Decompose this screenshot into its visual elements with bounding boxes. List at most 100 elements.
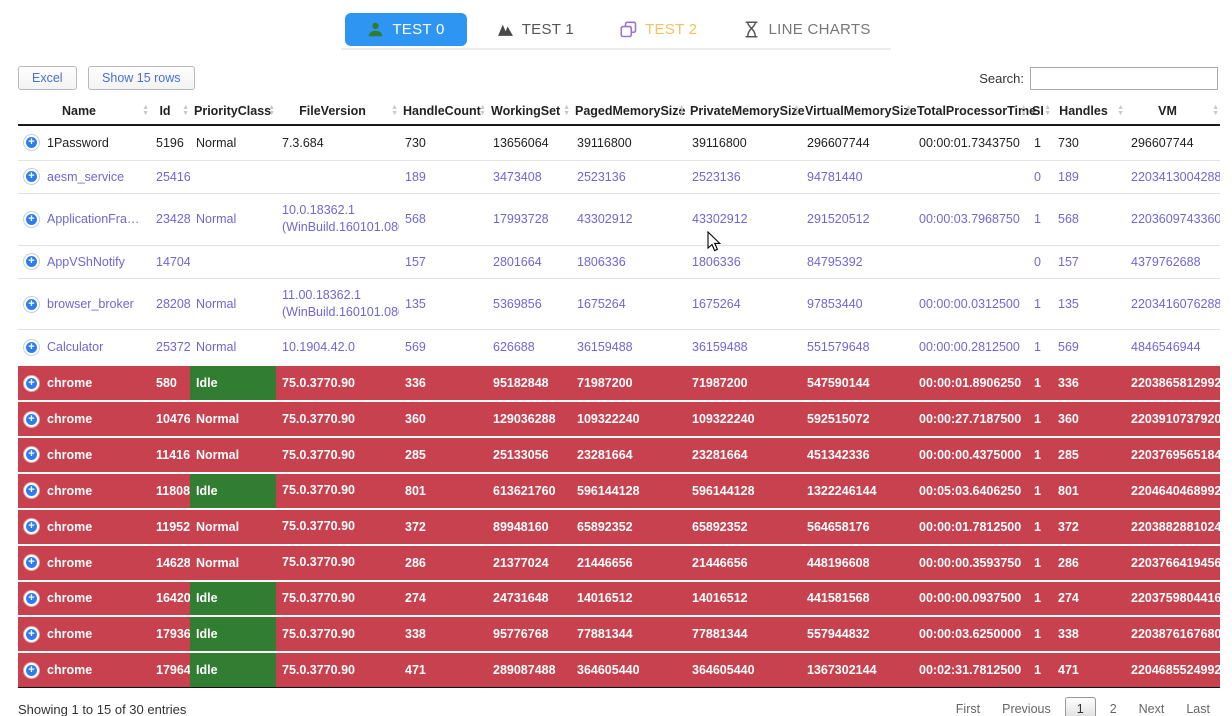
page-previous[interactable]: Previous — [994, 698, 1059, 716]
expand-row-button[interactable]: + — [24, 663, 39, 678]
column-header-handlecount[interactable]: HandleCount▲▼ — [399, 98, 487, 125]
cell-totalprocessortime: 00:00:00.3593750 — [913, 545, 1028, 581]
expand-row-button[interactable]: + — [24, 212, 39, 227]
cell-pagedmemorysize: 65892352 — [571, 509, 686, 545]
footer-bar: Showing 1 to 15 of 30 entries FirstPrevi… — [18, 697, 1218, 716]
tab-test-0[interactable]: TEST 0 — [345, 13, 466, 46]
cell-priorityclass: Normal — [190, 509, 276, 545]
expand-row-button[interactable]: + — [24, 483, 39, 498]
tab-test-2[interactable]: TEST 2 — [604, 13, 713, 46]
cell-name: +1Password — [18, 125, 150, 160]
column-header-id[interactable]: Id▲▼ — [150, 98, 190, 125]
cell-privatememorysize: 1675264 — [686, 278, 801, 330]
column-header-label: PagedMemorySize — [575, 104, 685, 118]
cell-id: 11416 — [150, 437, 190, 473]
process-table: Name▲▼Id▲▼PriorityClass▲▼FileVersion▲▼Ha… — [18, 98, 1220, 688]
excel-button[interactable]: Excel — [18, 66, 77, 90]
toolbar: Excel Show 15 rows Search: — [18, 66, 1218, 90]
cell-handlecount: 730 — [399, 125, 487, 160]
cell-vm: 296607744 — [1125, 125, 1220, 160]
cell-pagedmemorysize: 39116800 — [571, 125, 686, 160]
cell-si: 1 — [1028, 278, 1052, 330]
cell-fileversion: 75.0.3770.90 — [276, 401, 399, 437]
cell-handles: 189 — [1052, 160, 1125, 193]
expand-row-button[interactable]: + — [24, 447, 39, 462]
cell-priorityclass: Normal — [190, 193, 276, 245]
table-row: +Calculator25372Normal10.1904.42.0569626… — [18, 330, 1220, 365]
column-header-si[interactable]: SI▲▼ — [1028, 98, 1052, 125]
expand-row-button[interactable]: + — [24, 519, 39, 534]
cell-virtualmemorysize: 557944832 — [801, 616, 913, 652]
expand-row-button[interactable]: + — [24, 376, 39, 391]
cell-handles: 730 — [1052, 125, 1125, 160]
search-label: Search: — [979, 71, 1024, 86]
hourglass-icon — [743, 21, 760, 38]
expand-row-button[interactable]: + — [24, 254, 39, 269]
cell-pagedmemorysize: 2523136 — [571, 160, 686, 193]
process-name: chrome — [47, 484, 92, 498]
column-header-priorityclass[interactable]: PriorityClass▲▼ — [190, 98, 276, 125]
column-header-totalprocessortime[interactable]: TotalProcessorTime▲▼ — [913, 98, 1028, 125]
page-1[interactable]: 1 — [1065, 697, 1096, 716]
expand-row-button[interactable]: + — [24, 340, 39, 355]
search-input[interactable] — [1030, 67, 1218, 90]
expand-row-button[interactable]: + — [24, 297, 39, 312]
page-2[interactable]: 2 — [1102, 698, 1125, 716]
cell-handles: 274 — [1052, 581, 1125, 617]
cell-id: 11808 — [150, 473, 190, 509]
expand-row-button[interactable]: + — [24, 169, 39, 184]
expand-row-button[interactable]: + — [24, 591, 39, 606]
page-last[interactable]: Last — [1178, 698, 1218, 716]
tab-line-charts[interactable]: LINE CHARTS — [727, 13, 886, 46]
column-header-name[interactable]: Name▲▼ — [18, 98, 150, 125]
sort-icon: ▲▼ — [391, 105, 398, 117]
column-header-pagedmemorysize[interactable]: PagedMemorySize▲▼ — [571, 98, 686, 125]
column-header-fileversion[interactable]: FileVersion▲▼ — [276, 98, 399, 125]
column-header-virtualmemorysize[interactable]: VirtualMemorySize▲▼ — [801, 98, 913, 125]
column-header-handles[interactable]: Handles▲▼ — [1052, 98, 1125, 125]
column-header-workingset[interactable]: WorkingSet▲▼ — [487, 98, 571, 125]
cell-pagedmemorysize: 21446656 — [571, 545, 686, 581]
cell-workingset: 2801664 — [487, 245, 571, 278]
show-rows-button[interactable]: Show 15 rows — [88, 66, 195, 90]
tab-label: LINE CHARTS — [768, 21, 870, 38]
cell-virtualmemorysize: 84795392 — [801, 245, 913, 278]
expand-row-button[interactable]: + — [24, 627, 39, 642]
cell-handlecount: 372 — [399, 509, 487, 545]
cell-handles: 285 — [1052, 437, 1125, 473]
table-row: +chrome580Idle75.0.3770.9033695182848719… — [18, 365, 1220, 401]
cell-virtualmemorysize: 564658176 — [801, 509, 913, 545]
cell-privatememorysize: 596144128 — [686, 473, 801, 509]
column-header-privatememorysize[interactable]: PrivateMemorySize▲▼ — [686, 98, 801, 125]
expand-row-button[interactable]: + — [24, 135, 39, 150]
cell-fileversion — [276, 160, 399, 193]
cell-virtualmemorysize: 441581568 — [801, 581, 913, 617]
cell-priorityclass: Idle — [190, 652, 276, 687]
page-next[interactable]: Next — [1131, 698, 1173, 716]
expand-row-button[interactable]: + — [24, 412, 39, 427]
cell-id: 28208 — [150, 278, 190, 330]
cell-privatememorysize: 2523136 — [686, 160, 801, 193]
cell-handlecount: 471 — [399, 652, 487, 687]
cell-name: +aesm_service — [18, 160, 150, 193]
cell-priorityclass: Normal — [190, 278, 276, 330]
tab-test-1[interactable]: TEST 1 — [481, 13, 590, 46]
cell-handles: 801 — [1052, 473, 1125, 509]
cell-handles: 372 — [1052, 509, 1125, 545]
cell-fileversion: 75.0.3770.90 — [276, 509, 399, 545]
cell-fileversion: 75.0.3770.90 — [276, 437, 399, 473]
process-name: ApplicationFrameHost — [47, 212, 144, 226]
cell-totalprocessortime: 00:02:31.7812500 — [913, 652, 1028, 687]
cell-id: 14704 — [150, 245, 190, 278]
cell-name: +chrome — [18, 581, 150, 617]
cell-priorityclass: Normal — [190, 125, 276, 160]
cell-privatememorysize: 109322240 — [686, 401, 801, 437]
cell-name: +Calculator — [18, 330, 150, 365]
column-header-vm[interactable]: VM▲▼ — [1125, 98, 1220, 125]
cell-si: 1 — [1028, 193, 1052, 245]
page-first[interactable]: First — [948, 698, 988, 716]
cell-si: 0 — [1028, 160, 1052, 193]
expand-row-button[interactable]: + — [24, 555, 39, 570]
cell-priorityclass — [190, 245, 276, 278]
cell-priorityclass: Normal — [190, 330, 276, 365]
